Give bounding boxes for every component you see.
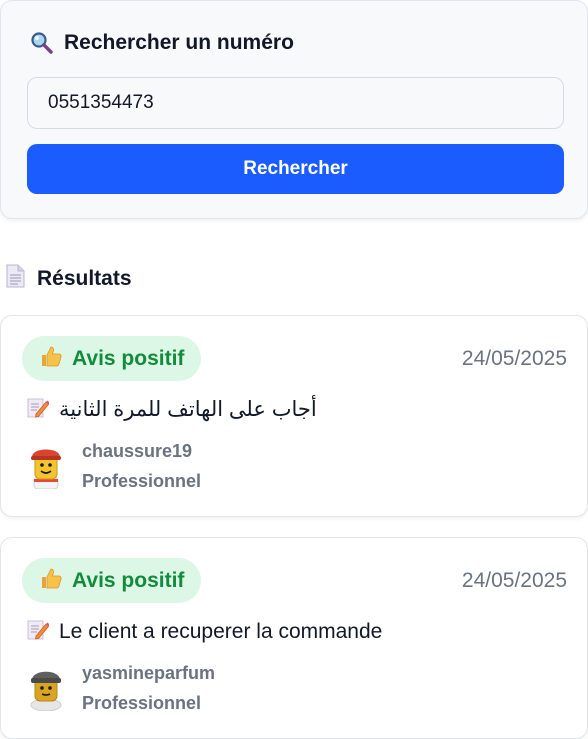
document-icon — [6, 264, 25, 293]
status-badge: Avis positif — [22, 336, 201, 381]
search-button[interactable]: Rechercher — [27, 144, 564, 194]
memo-icon — [27, 396, 50, 423]
comment-text: أجاب على الهاتف للمرة الثانية — [59, 398, 317, 421]
search-title: Rechercher un numéro — [64, 31, 294, 54]
comment-text: Le client a recuperer la commande — [59, 619, 383, 643]
magnifier-icon — [30, 31, 54, 55]
results-heading: Résultats — [6, 264, 132, 293]
reviewer-type: Professionnel — [82, 471, 202, 491]
reviewer-username: chaussure19 — [82, 441, 193, 461]
reviewer-username: yasmineparfum — [82, 663, 216, 683]
search-header: Rechercher un numéro — [30, 31, 294, 55]
badge-label: Avis positif — [72, 346, 185, 370]
beanie-avatar-icon — [28, 665, 64, 712]
search-card: Rechercher un numéro Rechercher — [0, 0, 588, 219]
result-card: Avis positif 24/05/2025 Le client a recu… — [0, 537, 588, 739]
results-title: Résultats — [37, 266, 132, 290]
badge-label: Avis positif — [72, 568, 185, 592]
status-badge: Avis positif — [22, 558, 201, 603]
thumbs-up-icon — [40, 567, 62, 594]
reviewer: yasmineparfum Professionnel — [28, 663, 428, 719]
review-date: 24/05/2025 — [461, 569, 567, 592]
review-comment: Le client a recuperer la commande — [27, 618, 382, 645]
review-date: 24/05/2025 — [461, 347, 567, 370]
reviewer: chaussure19 Professionnel — [28, 441, 428, 497]
review-comment: أجاب على الهاتف للمرة الثانية — [27, 396, 317, 423]
thumbs-up-icon — [40, 345, 62, 372]
phone-search-input[interactable] — [27, 77, 564, 129]
reviewer-type: Professionnel — [82, 693, 202, 713]
memo-icon — [27, 618, 50, 645]
worker-avatar-icon — [28, 443, 64, 490]
result-card: Avis positif 24/05/2025 أجاب على الهاتف … — [0, 315, 588, 517]
